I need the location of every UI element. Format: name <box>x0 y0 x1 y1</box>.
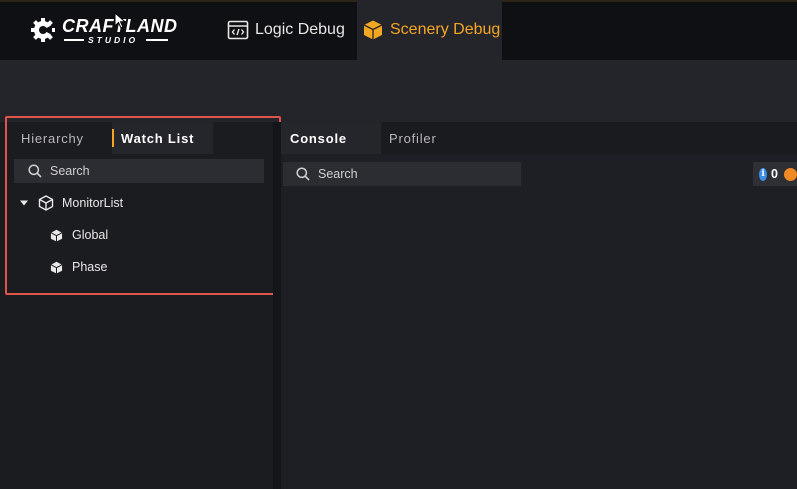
log-filter-counters[interactable]: i 0 <box>753 162 797 186</box>
tab-profiler-label: Profiler <box>389 130 437 146</box>
search-placeholder: Search <box>318 167 358 181</box>
console-search-input[interactable]: Search <box>283 162 521 186</box>
logo-subtitle: STUDIO <box>88 35 139 45</box>
tab-logic-debug-label: Logic Debug <box>255 21 345 38</box>
warning-icon <box>784 167 797 181</box>
tab-profiler[interactable]: Profiler <box>389 122 437 154</box>
code-window-icon <box>227 20 249 40</box>
tab-console[interactable]: Console <box>281 122 381 154</box>
gear-logo-icon <box>31 18 55 42</box>
toolbar-area <box>0 60 797 122</box>
tab-scenery-debug-label: Scenery Debug <box>390 21 501 38</box>
mouse-cursor-icon <box>114 12 126 29</box>
craftland-studio-logo: CRAFTLAND STUDIO <box>30 14 177 48</box>
tab-console-label: Console <box>290 130 347 146</box>
cube-icon <box>363 20 383 40</box>
annotation-highlight-box <box>5 116 281 295</box>
tab-logic-debug[interactable]: Logic Debug <box>227 0 345 60</box>
search-icon <box>296 167 310 181</box>
panel-splitter[interactable] <box>273 122 281 489</box>
logo-rule-right <box>146 39 168 41</box>
logo-rule-left <box>64 39 84 41</box>
info-icon: i <box>759 167 768 181</box>
tab-scenery-debug[interactable]: Scenery Debug <box>357 0 502 60</box>
info-count: 0 <box>771 167 778 181</box>
